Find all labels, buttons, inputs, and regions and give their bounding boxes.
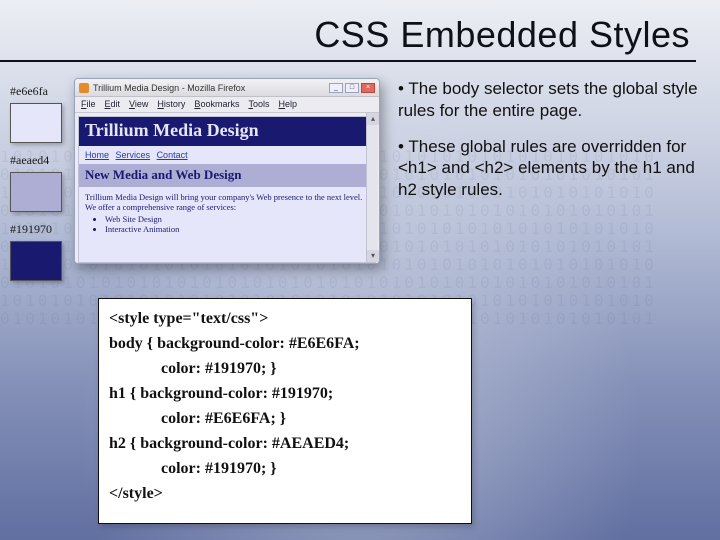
window-controls: _ □ × bbox=[329, 83, 375, 93]
menu-item: History bbox=[157, 99, 185, 112]
code-line: color: #E6E6FA; } bbox=[109, 407, 461, 432]
css-code-box: <style type="text/css"> body { backgroun… bbox=[98, 298, 472, 524]
bullet-text: The body selector sets the global style … bbox=[398, 79, 698, 120]
rendered-page: Trillium Media Design Home Services Cont… bbox=[78, 116, 376, 263]
code-line: body { background-color: #E6E6FA; bbox=[109, 332, 461, 357]
browser-menubar: File Edit View History Bookmarks Tools H… bbox=[75, 97, 379, 113]
maximize-icon: □ bbox=[345, 83, 359, 93]
browser-scrollbar: ▴ ▾ bbox=[366, 113, 378, 262]
bullet-list: • The body selector sets the global styl… bbox=[398, 78, 698, 215]
firefox-icon bbox=[79, 83, 89, 93]
menu-item: File bbox=[81, 99, 96, 112]
close-icon: × bbox=[361, 83, 375, 93]
color-swatch-lavender bbox=[10, 103, 62, 143]
menu-item: View bbox=[129, 99, 148, 112]
browser-titlebar: Trillium Media Design - Mozilla Firefox … bbox=[75, 79, 379, 97]
code-line: h2 { background-color: #AEAED4; bbox=[109, 432, 461, 457]
code-line: <style type="text/css"> bbox=[109, 307, 461, 332]
slide-title: CSS Embedded Styles bbox=[314, 14, 690, 56]
browser-window-screenshot: Trillium Media Design - Mozilla Firefox … bbox=[74, 78, 380, 264]
bullet-item: • These global rules are overridden for … bbox=[398, 136, 698, 201]
page-nav: Home Services Contact bbox=[79, 146, 375, 164]
nav-link: Home bbox=[85, 150, 109, 160]
swatch-label: #191970 bbox=[10, 222, 62, 237]
menu-item: Tools bbox=[248, 99, 269, 112]
color-swatch-medium bbox=[10, 172, 62, 212]
page-paragraph: Trillium Media Design will bring your co… bbox=[79, 187, 375, 214]
swatch-group: #191970 bbox=[10, 222, 62, 281]
swatch-label: #aeaed4 bbox=[10, 153, 62, 168]
color-swatch-navy bbox=[10, 241, 62, 281]
page-list-item: Web Site Design bbox=[105, 214, 369, 224]
bullet-item: • The body selector sets the global styl… bbox=[398, 78, 698, 122]
minimize-icon: _ bbox=[329, 83, 343, 93]
menu-item: Edit bbox=[105, 99, 121, 112]
code-line: color: #191970; } bbox=[109, 357, 461, 382]
code-line: color: #191970; } bbox=[109, 457, 461, 482]
color-swatch-column: #e6e6fa #aeaed4 #191970 bbox=[10, 84, 62, 281]
nav-link: Contact bbox=[157, 150, 188, 160]
menu-item: Bookmarks bbox=[194, 99, 239, 112]
code-line: </style> bbox=[109, 482, 461, 507]
page-list-item: Interactive Animation bbox=[105, 224, 369, 234]
page-h1: Trillium Media Design bbox=[79, 117, 375, 146]
page-h2: New Media and Web Design bbox=[79, 164, 375, 187]
menu-item: Help bbox=[278, 99, 297, 112]
bullet-text: These global rules are overridden for <h… bbox=[398, 137, 695, 200]
code-line: h1 { background-color: #191970; bbox=[109, 382, 461, 407]
swatch-group: #e6e6fa bbox=[10, 84, 62, 143]
scroll-down-icon: ▾ bbox=[367, 250, 379, 262]
swatch-label: #e6e6fa bbox=[10, 84, 62, 99]
page-bullet-list: Web Site Design Interactive Animation bbox=[79, 214, 375, 236]
browser-window-title: Trillium Media Design - Mozilla Firefox bbox=[93, 83, 245, 93]
swatch-group: #aeaed4 bbox=[10, 153, 62, 212]
nav-link: Services bbox=[116, 150, 151, 160]
scroll-up-icon: ▴ bbox=[367, 113, 379, 125]
